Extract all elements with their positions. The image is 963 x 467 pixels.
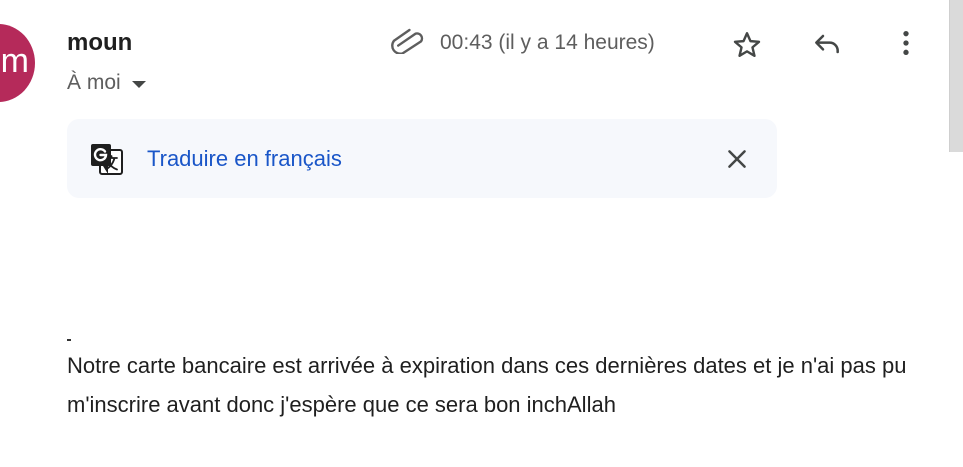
star-icon <box>733 32 761 57</box>
more-vert-icon <box>903 31 909 55</box>
avatar-letter: m <box>0 42 29 80</box>
recipient-label: À moi <box>67 71 121 94</box>
message-body: Notre carte bancaire est arrivée à expir… <box>67 353 907 417</box>
timestamp: 00:43 (il y a 14 heures) <box>440 31 655 54</box>
translate-banner: Traduire en français <box>67 119 777 198</box>
close-translate-button[interactable] <box>717 139 757 179</box>
star-button[interactable] <box>727 25 767 65</box>
sender-avatar[interactable]: m <box>0 24 35 102</box>
paperclip-icon <box>391 28 424 54</box>
sender-name[interactable]: moun <box>67 28 132 58</box>
translate-link[interactable]: Traduire en français <box>147 145 342 173</box>
recipient-dropdown[interactable]: À moi <box>67 68 146 98</box>
more-options-button[interactable] <box>886 23 926 63</box>
scrollbar[interactable] <box>949 0 963 467</box>
close-icon <box>728 150 746 168</box>
scrollbar-thumb[interactable] <box>949 0 963 152</box>
reply-button[interactable] <box>807 24 847 64</box>
email-view: m moun À moi 00:43 (il y a 14 heures) Tr… <box>0 0 963 467</box>
chevron-down-icon <box>131 81 146 88</box>
google-translate-icon <box>91 144 123 175</box>
reply-icon <box>815 34 839 54</box>
artifact-mark <box>67 339 71 341</box>
